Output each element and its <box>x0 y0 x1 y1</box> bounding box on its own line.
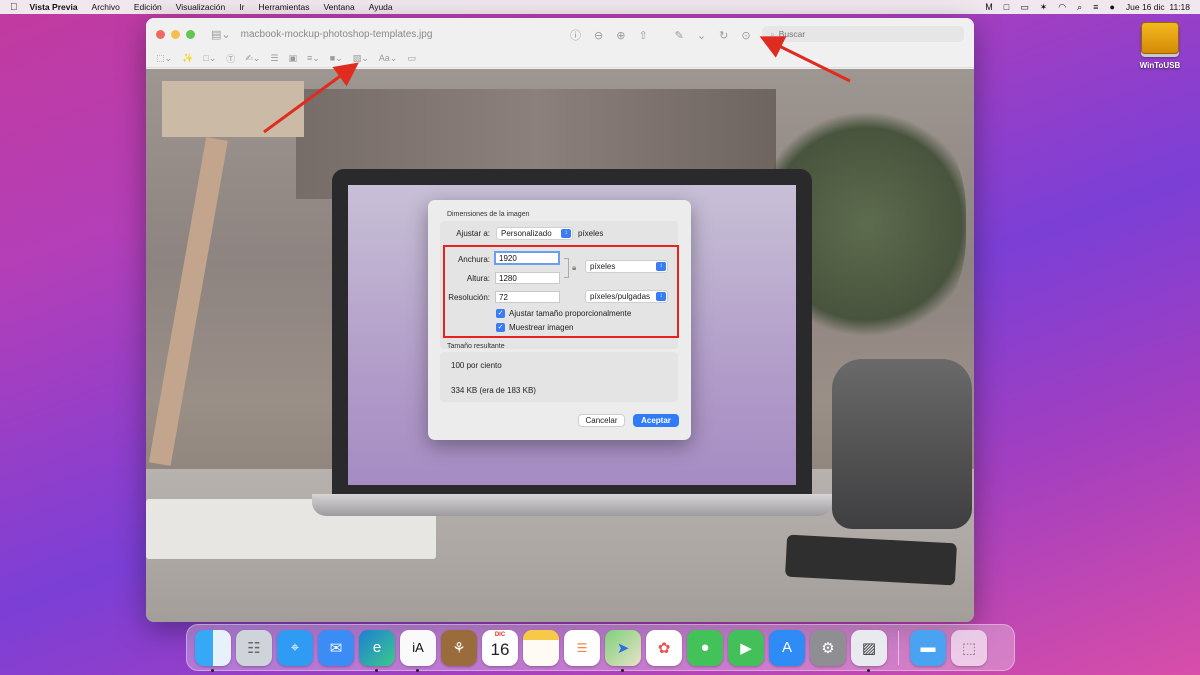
bluetooth-icon[interactable]: ✶ <box>1040 0 1048 14</box>
finder-icon[interactable] <box>195 629 231 672</box>
desktop-drive[interactable]: WinToUSB <box>1136 22 1184 70</box>
shapes-icon[interactable]: □⌄ <box>203 53 216 64</box>
notefile-icon[interactable]: ⚘ <box>441 629 477 666</box>
window-title: macbook-mockup-photoshop-templates.jpg <box>240 28 433 40</box>
share-icon[interactable]: ⇧ <box>638 29 647 42</box>
markup-toolbar: ⬚⌄ ✨ □⌄ Ⓣ ✍⌄ ☰ ▣ ≡⌄ ■⌄ ▧⌄ Aa⌄ ▭ <box>146 50 974 68</box>
search-icon[interactable]: ⌕ <box>1077 0 1082 14</box>
preview-icon[interactable]: ▨ <box>851 629 887 672</box>
menu-ventana[interactable]: Ventana <box>323 2 354 12</box>
photos-icon[interactable]: ✿ <box>646 629 682 666</box>
dock: ☷ ⌖ ✉ e iA ⚘ DIC 16 ☰ ➤ ✿ ● ▶ A ⚙ ▨ ▬ ⬚ <box>186 624 1015 672</box>
wifi-icon[interactable]: ◠ <box>1058 0 1066 14</box>
signature-icon[interactable]: ✍⌄ <box>245 53 260 64</box>
adjust-size-icon[interactable]: ▣ <box>288 53 297 64</box>
sidebar-toggle-icon[interactable]: ▤⌄ <box>211 28 231 41</box>
menu-archivo[interactable]: Archivo <box>92 2 120 12</box>
result-percent: 100 por ciento <box>451 361 502 370</box>
desktop-drive-label: WinToUSB <box>1139 61 1181 70</box>
display-icon[interactable]: □ <box>1004 0 1009 14</box>
maps-icon[interactable]: ➤ <box>605 629 641 672</box>
apple-icon[interactable]:  <box>10 2 18 13</box>
fit-unit-label: píxeles <box>578 229 604 238</box>
menu-herramientas[interactable]: Herramientas <box>258 2 309 12</box>
photo-laptop-base <box>312 494 832 516</box>
launchpad-icon[interactable]: ☷ <box>236 629 272 666</box>
menu-app-name[interactable]: Vista Previa <box>30 2 78 12</box>
siri-icon[interactable]: ● <box>1109 0 1114 14</box>
shape-style-icon[interactable]: ≡⌄ <box>307 53 320 64</box>
zoom-window-button[interactable] <box>186 29 195 39</box>
reminders-icon[interactable]: ☰ <box>564 629 600 666</box>
markup-toolbar-icon[interactable]: ⊙ <box>741 29 750 42</box>
photo-lamp-arm <box>148 137 228 466</box>
ia-writer-icon[interactable]: iA <box>400 629 436 672</box>
safari-icon[interactable]: ⌖ <box>277 629 313 666</box>
popup-arrows-icon: ↕ <box>561 229 571 238</box>
border-color-icon[interactable]: ■⌄ <box>330 53 343 64</box>
dock-separator <box>898 630 899 665</box>
search-field[interactable]: ⌕ <box>762 26 964 42</box>
calendar-day: 16 <box>490 639 510 659</box>
fit-popup[interactable]: Personalizado ↕ <box>496 227 573 240</box>
ok-button[interactable]: Aceptar <box>633 414 679 427</box>
mail-icon[interactable]: ✉ <box>318 629 354 666</box>
instant-alpha-icon[interactable]: ✨ <box>182 53 193 64</box>
facetime-icon[interactable]: ▶ <box>728 629 764 666</box>
pen-menu-icon[interactable]: ⌄ <box>697 29 706 42</box>
system-preferences-icon[interactable]: ⚙ <box>810 629 846 666</box>
zoom-out-icon[interactable]: ⊖ <box>594 29 603 42</box>
photo-lamp <box>162 81 304 137</box>
dimensions-section-title: Dimensiones de la imagen <box>447 211 530 218</box>
selection-tool-icon[interactable]: ⬚⌄ <box>156 53 172 64</box>
markup-pen-icon[interactable]: ✎ <box>675 29 684 42</box>
fit-popup-value: Personalizado <box>501 229 552 238</box>
fill-color-icon[interactable]: ▧⌄ <box>353 53 369 64</box>
annotate-icon[interactable]: ▭ <box>407 53 416 64</box>
close-window-button[interactable] <box>156 29 165 39</box>
photo-jar <box>832 359 972 529</box>
menu-visualizacion[interactable]: Visualización <box>176 2 225 12</box>
text-style-icon[interactable]: Aa⌄ <box>379 53 398 64</box>
calendar-month: DIC <box>494 631 506 638</box>
drive-icon <box>1141 22 1179 54</box>
cancel-button[interactable]: Cancelar <box>578 414 625 427</box>
battery-icon[interactable]: ▭ <box>1020 0 1029 14</box>
menu-ayuda[interactable]: Ayuda <box>369 2 393 12</box>
zoom-in-icon[interactable]: ⊕ <box>616 29 625 42</box>
fit-label: Ajustar a: <box>456 229 490 238</box>
info-icon[interactable]: ⓘ <box>570 27 581 43</box>
notes-icon[interactable] <box>523 629 559 666</box>
search-input[interactable] <box>778 29 959 39</box>
adjust-color-icon[interactable]: ☰ <box>270 53 278 64</box>
edge-icon[interactable]: e <box>359 629 395 672</box>
rotate-icon[interactable]: ↻ <box>719 29 728 42</box>
menu-bar:  Vista Previa Archivo Edición Visualiza… <box>0 0 1200 14</box>
highlight-box <box>443 245 679 338</box>
trash-icon[interactable]: ⬚ <box>951 629 987 666</box>
search-field-icon: ⌕ <box>770 28 775 39</box>
minimize-window-button[interactable] <box>171 29 180 39</box>
menu-ir[interactable]: Ir <box>239 2 244 12</box>
photo-phone <box>785 534 957 586</box>
window-titlebar: ▤⌄ macbook-mockup-photoshop-templates.jp… <box>146 18 974 50</box>
app-store-icon[interactable]: A <box>769 629 805 666</box>
text-tool-icon[interactable]: Ⓣ <box>226 52 235 65</box>
result-size: 334 KB (era de 183 KB) <box>451 386 536 395</box>
calendar-icon[interactable]: DIC 16 <box>482 629 518 666</box>
result-section-title: Tamaño resultante <box>447 343 505 350</box>
gmail-icon[interactable]: M <box>985 0 993 14</box>
menu-clock[interactable]: Jue 16 dic 11:18 <box>1126 2 1190 12</box>
menu-edicion[interactable]: Edición <box>134 2 162 12</box>
folder-icon[interactable]: ▬ <box>910 629 946 666</box>
control-center-icon[interactable]: ≡ <box>1093 0 1098 14</box>
messages-icon[interactable]: ● <box>687 629 723 666</box>
